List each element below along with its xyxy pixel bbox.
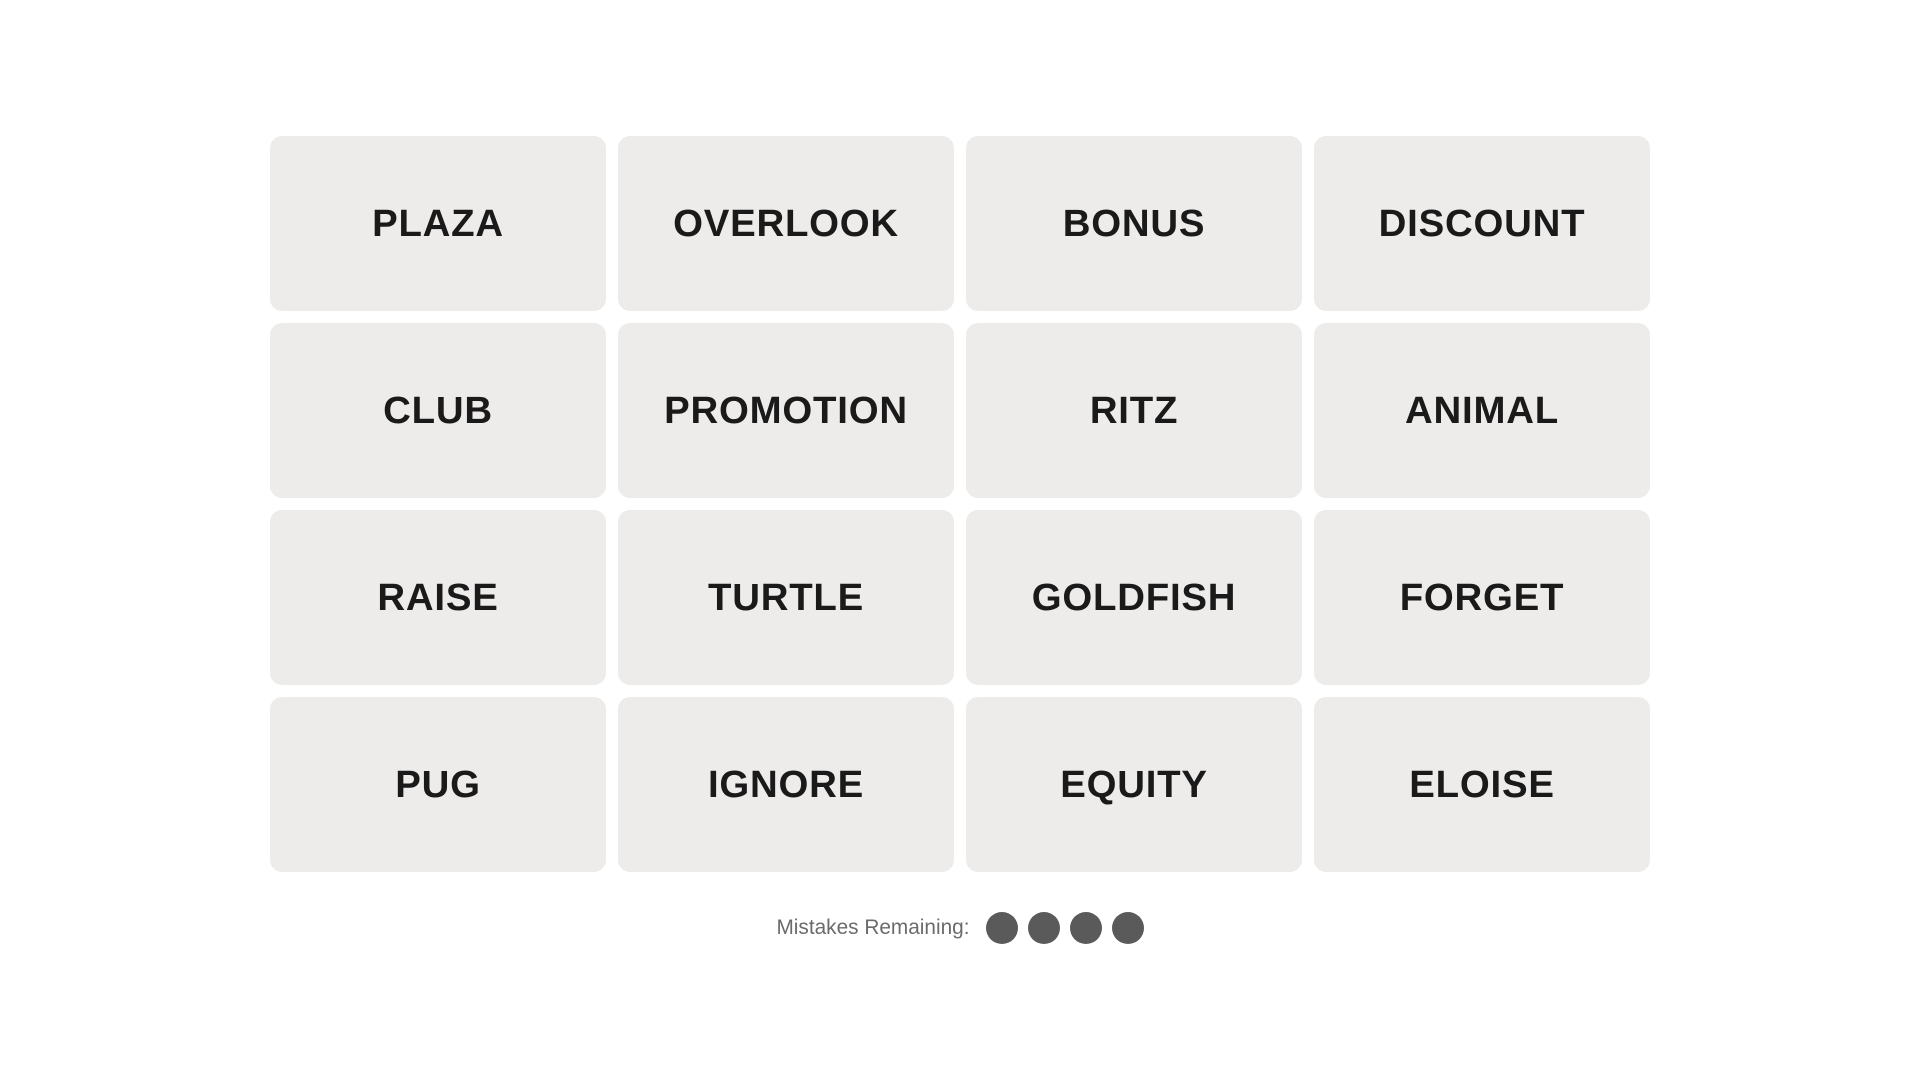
word-label-turtle: TURTLE: [708, 576, 864, 620]
footer: Mistakes Remaining:: [776, 912, 1143, 974]
word-label-goldfish: GOLDFISH: [1032, 576, 1237, 620]
word-card-goldfish[interactable]: GOLDFISH: [966, 510, 1302, 685]
word-label-ritz: RITZ: [1090, 389, 1178, 433]
word-card-club[interactable]: CLUB: [270, 323, 606, 498]
word-card-forget[interactable]: FORGET: [1314, 510, 1650, 685]
word-label-promotion: PROMOTION: [664, 389, 908, 433]
word-grid: PLAZA OVERLOOK BONUS DISCOUNT CLUB PROMOTION R…: [240, 106, 1680, 902]
word-label-forget: FORGET: [1400, 576, 1565, 620]
word-card-plaza[interactable]: PLAZA: [270, 136, 606, 311]
game-container: PLAZA OVERLOOK BONUS DISCOUNT CLUB PROMOTION R…: [240, 106, 1680, 974]
word-label-raise: RAISE: [377, 576, 498, 620]
word-label-plaza: PLAZA: [372, 202, 504, 246]
word-label-overlook: OVERLOOK: [673, 202, 899, 246]
word-card-promotion[interactable]: PROMOTION: [618, 323, 954, 498]
word-card-pug[interactable]: PUG: [270, 697, 606, 872]
word-label-ignore: IGNORE: [708, 763, 864, 807]
mistake-dot-2: [1028, 912, 1060, 944]
word-card-bonus[interactable]: BONUS: [966, 136, 1302, 311]
word-label-equity: EQUITY: [1060, 763, 1208, 807]
word-label-bonus: BONUS: [1063, 202, 1205, 246]
mistake-dot-1: [986, 912, 1018, 944]
word-label-club: CLUB: [383, 389, 493, 433]
word-card-ignore[interactable]: IGNORE: [618, 697, 954, 872]
word-card-eloise[interactable]: ELOISE: [1314, 697, 1650, 872]
mistake-dot-3: [1070, 912, 1102, 944]
mistake-dot-4: [1112, 912, 1144, 944]
word-card-discount[interactable]: DISCOUNT: [1314, 136, 1650, 311]
word-card-turtle[interactable]: TURTLE: [618, 510, 954, 685]
word-card-raise[interactable]: RAISE: [270, 510, 606, 685]
word-card-ritz[interactable]: RITZ: [966, 323, 1302, 498]
word-label-eloise: ELOISE: [1409, 763, 1554, 807]
word-card-equity[interactable]: EQUITY: [966, 697, 1302, 872]
word-label-animal: ANIMAL: [1405, 389, 1559, 433]
word-label-pug: PUG: [395, 763, 481, 807]
word-card-overlook[interactable]: OVERLOOK: [618, 136, 954, 311]
mistakes-dots: [986, 912, 1144, 944]
word-label-discount: DISCOUNT: [1379, 202, 1586, 246]
word-card-animal[interactable]: ANIMAL: [1314, 323, 1650, 498]
mistakes-label: Mistakes Remaining:: [776, 916, 969, 940]
